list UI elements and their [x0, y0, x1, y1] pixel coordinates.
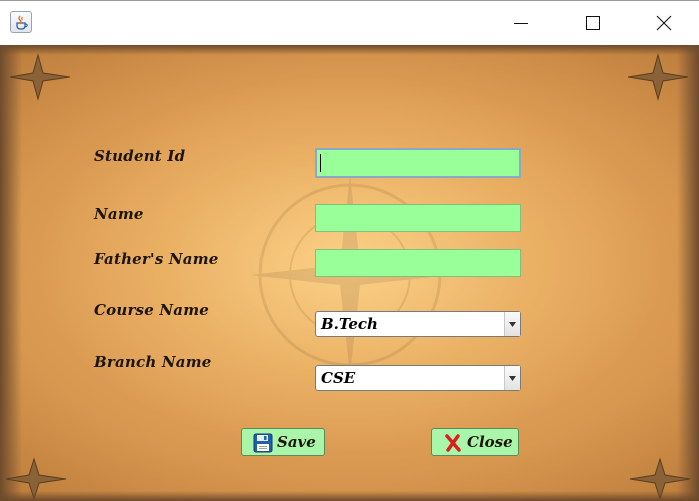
close-button[interactable]: Close	[431, 428, 519, 456]
chevron-down-icon	[509, 376, 516, 381]
corner-star-icon	[5, 457, 67, 501]
student-id-label: Student Id	[94, 147, 186, 165]
course-name-label: Course Name	[94, 301, 210, 319]
corner-star-icon	[627, 53, 689, 101]
branch-select[interactable]: CSE	[315, 365, 521, 391]
course-select[interactable]: B.Tech	[315, 311, 521, 337]
save-button-label: Save	[277, 433, 316, 451]
parchment-edge-right	[677, 45, 699, 501]
java-cup-icon[interactable]	[10, 11, 32, 33]
maximize-icon	[586, 16, 600, 30]
title-bar	[0, 0, 699, 45]
corner-star-icon	[9, 53, 71, 101]
maximize-button[interactable]	[570, 1, 616, 46]
text-caret	[320, 154, 321, 172]
fathers-name-label: Father's Name	[94, 250, 219, 268]
save-button[interactable]: Save	[241, 428, 325, 456]
branch-dropdown-button[interactable]	[504, 366, 520, 390]
minimize-icon	[514, 23, 528, 24]
chevron-down-icon	[509, 322, 516, 327]
name-input[interactable]	[315, 204, 521, 232]
course-dropdown-button[interactable]	[504, 312, 520, 336]
close-window-button[interactable]	[641, 1, 687, 46]
fathers-name-input[interactable]	[315, 249, 521, 277]
floppy-disk-icon	[253, 433, 273, 453]
minimize-button[interactable]	[498, 1, 544, 46]
branch-selected-value: CSE	[321, 369, 356, 387]
name-label: Name	[94, 205, 144, 223]
parchment-edge-left	[0, 45, 22, 501]
red-x-icon	[445, 434, 461, 452]
close-icon	[656, 15, 672, 31]
student-id-input[interactable]	[315, 148, 521, 178]
course-selected-value: B.Tech	[321, 315, 378, 333]
branch-name-label: Branch Name	[94, 353, 212, 371]
corner-star-icon	[629, 457, 691, 501]
close-button-label: Close	[467, 433, 513, 451]
